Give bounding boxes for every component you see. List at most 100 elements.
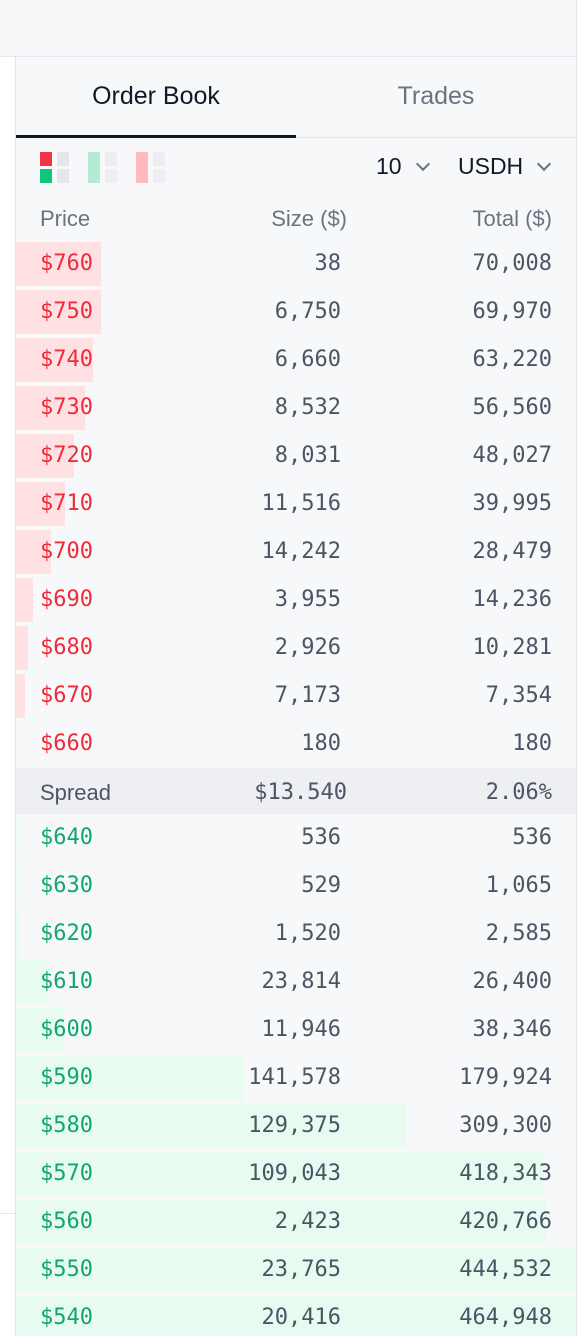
chevron-down-icon xyxy=(415,156,430,171)
bid-row[interactable]: $610 23,814 26,400 xyxy=(16,958,576,1006)
bid-row[interactable]: $640 536 536 xyxy=(16,814,576,862)
total-cell: 39,995 xyxy=(472,491,552,516)
ask-row[interactable]: $760 38 70,008 xyxy=(16,240,576,288)
depth-bar xyxy=(16,864,17,908)
total-cell: 26,400 xyxy=(472,969,552,994)
total-cell: 418,343 xyxy=(459,1161,552,1186)
price-cell: $590 xyxy=(40,1065,93,1090)
price-cell: $610 xyxy=(40,969,93,994)
total-cell: 1,065 xyxy=(485,873,552,898)
size-cell: 141,578 xyxy=(248,1065,341,1090)
total-cell: 179,924 xyxy=(459,1065,552,1090)
price-cell: $540 xyxy=(40,1305,93,1330)
size-cell: 8,532 xyxy=(274,395,341,420)
ask-row[interactable]: $690 3,955 14,236 xyxy=(16,576,576,624)
bids-list: $640 536 536 $630 529 1,065 $620 1,520 2,585 $610… xyxy=(16,814,576,1336)
total-cell: 444,532 xyxy=(459,1257,552,1282)
both-sides-view-icon[interactable] xyxy=(40,152,70,184)
asks-list: $760 38 70,008 $750 6,750 69,970 $740 6,660 63,2… xyxy=(16,240,576,768)
bid-row[interactable]: $600 11,946 38,346 xyxy=(16,1006,576,1054)
ask-row[interactable]: $680 2,926 10,281 xyxy=(16,624,576,672)
tab-trades[interactable]: Trades xyxy=(296,57,576,137)
size-cell: 529 xyxy=(301,873,341,898)
total-cell: 2,585 xyxy=(485,921,552,946)
price-cell: $750 xyxy=(40,299,93,324)
price-cell: $580 xyxy=(40,1113,93,1138)
size-cell: 2,926 xyxy=(274,635,341,660)
bid-row[interactable]: $580 129,375 309,300 xyxy=(16,1102,576,1150)
price-cell: $670 xyxy=(40,683,93,708)
currency-value: USDH xyxy=(458,153,524,179)
left-panel xyxy=(0,57,16,1336)
size-cell: 23,765 xyxy=(261,1257,341,1282)
ask-row[interactable]: $670 7,173 7,354 xyxy=(16,672,576,720)
price-cell: $690 xyxy=(40,587,93,612)
size-cell: 38 xyxy=(314,251,342,276)
total-cell: 63,220 xyxy=(472,347,552,372)
bid-row[interactable]: $620 1,520 2,585 xyxy=(16,910,576,958)
size-cell: 11,516 xyxy=(261,491,341,516)
depth-bar xyxy=(16,912,19,956)
spread-row: Spread $13.540 2.06% xyxy=(16,768,576,814)
bids-only-view-icon[interactable] xyxy=(88,152,118,184)
bid-row[interactable]: $630 529 1,065 xyxy=(16,862,576,910)
total-cell: 70,008 xyxy=(472,251,552,276)
size-cell: 7,173 xyxy=(274,683,341,708)
price-cell: $720 xyxy=(40,443,93,468)
ask-row[interactable]: $700 14,242 28,479 xyxy=(16,528,576,576)
order-book-controls: 10 USDH xyxy=(16,138,576,198)
size-header: Size ($) xyxy=(271,206,347,231)
total-cell: 536 xyxy=(512,825,552,850)
spread-percent: 2.06% xyxy=(485,780,552,805)
bid-row[interactable]: $560 2,423 420,766 xyxy=(16,1198,576,1246)
total-cell: 48,027 xyxy=(472,443,552,468)
size-cell: 6,660 xyxy=(274,347,341,372)
size-cell: 109,043 xyxy=(248,1161,341,1186)
depth-bar xyxy=(16,626,28,670)
size-cell: 20,416 xyxy=(261,1305,341,1330)
ask-row[interactable]: $710 11,516 39,995 xyxy=(16,480,576,528)
depth-value: 10 xyxy=(376,153,402,179)
tab-bar: Order Book Trades xyxy=(16,57,576,138)
price-cell: $740 xyxy=(40,347,93,372)
price-cell: $700 xyxy=(40,539,93,564)
total-header: Total ($) xyxy=(472,206,552,231)
price-cell: $600 xyxy=(40,1017,93,1042)
price-cell: $680 xyxy=(40,635,93,660)
price-header: Price xyxy=(40,206,91,231)
size-cell: 11,946 xyxy=(261,1017,341,1042)
ask-row[interactable]: $730 8,532 56,560 xyxy=(16,384,576,432)
price-cell: $660 xyxy=(40,731,93,756)
total-cell: 309,300 xyxy=(459,1113,552,1138)
size-cell: 3,955 xyxy=(274,587,341,612)
asks-only-view-icon[interactable] xyxy=(136,152,166,184)
bid-row[interactable]: $550 23,765 444,532 xyxy=(16,1246,576,1294)
total-cell: 56,560 xyxy=(472,395,552,420)
depth-select[interactable]: 10 xyxy=(376,153,430,180)
bid-row[interactable]: $570 109,043 418,343 xyxy=(16,1150,576,1198)
price-cell: $570 xyxy=(40,1161,93,1186)
total-cell: 28,479 xyxy=(472,539,552,564)
ask-row[interactable]: $660 180 180 xyxy=(16,720,576,768)
size-cell: 1,520 xyxy=(274,921,341,946)
bid-row[interactable]: $590 141,578 179,924 xyxy=(16,1054,576,1102)
tab-order-book[interactable]: Order Book xyxy=(16,57,296,138)
depth-bar xyxy=(16,674,25,718)
price-cell: $620 xyxy=(40,921,93,946)
total-cell: 464,948 xyxy=(459,1305,552,1330)
price-cell: $760 xyxy=(40,251,93,276)
top-strip xyxy=(0,0,584,57)
ask-row[interactable]: $720 8,031 48,027 xyxy=(16,432,576,480)
price-cell: $630 xyxy=(40,873,93,898)
price-cell: $560 xyxy=(40,1209,93,1234)
currency-select[interactable]: USDH xyxy=(458,153,552,180)
total-cell: 38,346 xyxy=(472,1017,552,1042)
size-cell: 180 xyxy=(301,731,341,756)
size-cell: 14,242 xyxy=(261,539,341,564)
ask-row[interactable]: $740 6,660 63,220 xyxy=(16,336,576,384)
depth-bar xyxy=(16,578,33,622)
price-cell: $710 xyxy=(40,491,93,516)
bid-row[interactable]: $540 20,416 464,948 xyxy=(16,1294,576,1336)
ask-row[interactable]: $750 6,750 69,970 xyxy=(16,288,576,336)
total-cell: 14,236 xyxy=(472,587,552,612)
